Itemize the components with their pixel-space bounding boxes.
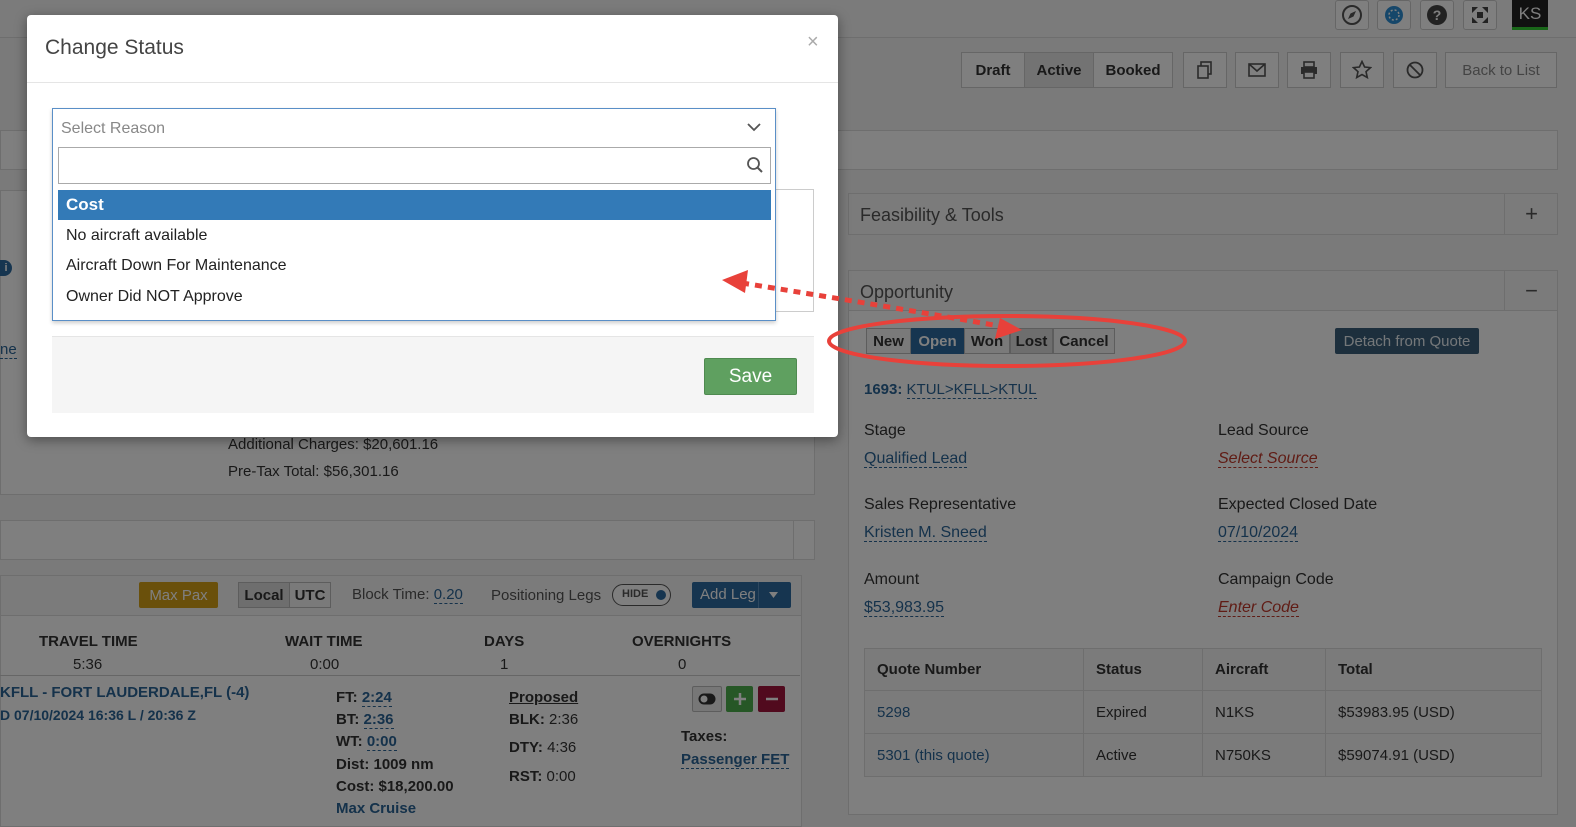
reason-option-no-aircraft[interactable]: No aircraft available	[58, 221, 771, 251]
reason-option-owner-not-approve[interactable]: Owner Did NOT Approve	[58, 282, 771, 312]
reason-option-cost[interactable]: Cost	[58, 190, 771, 220]
search-icon	[747, 157, 763, 173]
modal-footer	[52, 336, 814, 413]
modal-title: Change Status	[45, 36, 184, 59]
chevron-down-icon[interactable]	[747, 123, 761, 132]
reason-option-maintenance[interactable]: Aircraft Down For Maintenance	[58, 251, 771, 281]
select-reason-placeholder[interactable]: Select Reason	[61, 120, 165, 138]
modal-close-button[interactable]: ×	[807, 31, 819, 54]
reason-search-input[interactable]	[58, 147, 771, 184]
save-button[interactable]: Save	[704, 358, 797, 395]
